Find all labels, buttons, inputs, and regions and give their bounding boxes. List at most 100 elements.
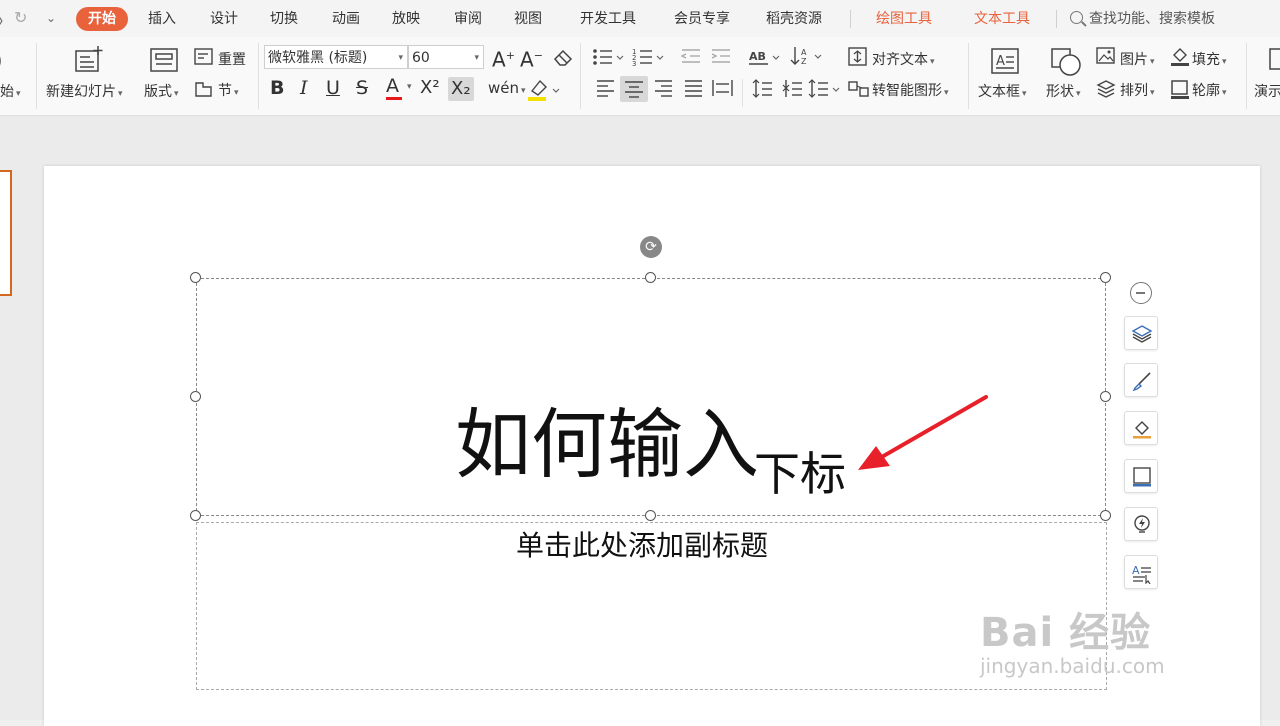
reset-button[interactable]: 重置 — [218, 49, 246, 69]
tab-drawing-tools[interactable]: 绘图工具 — [876, 7, 932, 31]
layout-icon — [150, 48, 178, 72]
textbox-label: 文本框 — [978, 84, 1020, 100]
new-slide-label: 新建幻灯片 — [46, 84, 116, 100]
chevron-down-icon: ▾ — [474, 53, 479, 63]
decrease-font-size-icon[interactable]: A− — [520, 45, 543, 71]
resize-handle[interactable] — [645, 510, 656, 521]
subtitle-placeholder-text[interactable]: 单击此处添加副标题 — [516, 528, 768, 564]
brush-icon — [1132, 372, 1151, 392]
align-text-icon — [848, 47, 867, 66]
justify-icon[interactable] — [684, 79, 704, 97]
tab-slideshow[interactable]: 放映 — [392, 7, 420, 31]
fill-bucket-icon — [1171, 48, 1189, 66]
search-box[interactable]: 查找功能、搜索模板 — [1070, 7, 1215, 31]
watermark-url: jingyan.baidu.com — [980, 654, 1165, 678]
numbered-list-icon[interactable]: 123 — [632, 47, 666, 67]
tab-design[interactable]: 设计 — [210, 7, 238, 31]
resize-handle[interactable] — [645, 272, 656, 283]
shape-button[interactable]: 形状 ▾ — [1046, 81, 1081, 101]
text-effect-button[interactable]: A — [1124, 555, 1158, 589]
text-direction-icon[interactable]: AB — [748, 47, 782, 67]
new-slide-button[interactable]: 新建幻灯片 ▾ — [46, 81, 123, 101]
resize-handle[interactable] — [1100, 272, 1111, 283]
ribbon-toolbar: 始 ▾ 新建幻灯片 ▾ 版式 ▾ 重置 节 ▾ 微软雅黑 (标题) ▾ 60 ▾ A+ A− — [0, 37, 1280, 116]
smartart-label: 转智能图形 — [872, 83, 942, 99]
decrease-indent-icon[interactable] — [680, 47, 702, 67]
sort-icon[interactable]: AZ — [790, 45, 824, 67]
layers-button[interactable] — [1124, 316, 1158, 350]
presentation-tools-button[interactable]: 演示 — [1254, 81, 1280, 101]
menu-separator — [1056, 10, 1057, 28]
fill-style-button[interactable] — [1124, 411, 1158, 445]
align-left-icon[interactable] — [596, 79, 616, 97]
font-name-select[interactable]: 微软雅黑 (标题) ▾ — [264, 45, 408, 69]
paragraph-spacing-icon[interactable] — [782, 79, 804, 99]
shape-icon — [1051, 48, 1081, 76]
customize-quick-access-icon[interactable]: ⌄ — [46, 11, 56, 25]
resize-handle[interactable] — [1100, 510, 1111, 521]
layout-button[interactable]: 版式 ▾ — [144, 81, 179, 101]
bold-button[interactable]: B — [270, 77, 284, 99]
redo-icon[interactable]: ↻ — [14, 8, 27, 27]
highlight-icon[interactable] — [528, 77, 562, 103]
increase-indent-icon[interactable] — [710, 47, 732, 67]
resize-handle[interactable] — [190, 391, 201, 402]
outline-button[interactable]: 轮廓 ▾ — [1192, 80, 1227, 100]
tab-view[interactable]: 视图 — [514, 7, 542, 31]
section-label: 节 — [218, 83, 232, 99]
text-effect-icon: A — [1132, 564, 1151, 584]
tab-insert[interactable]: 插入 — [148, 7, 176, 31]
tab-home[interactable]: 开始 — [76, 7, 128, 31]
superscript-button[interactable]: X² — [420, 77, 440, 99]
bullet-list-icon[interactable] — [592, 47, 626, 67]
spacing-options-icon[interactable] — [808, 79, 842, 99]
resize-handle[interactable] — [190, 510, 201, 521]
brush-button[interactable] — [1124, 363, 1158, 397]
resize-handle[interactable] — [1100, 391, 1111, 402]
ribbon-separator — [258, 43, 259, 109]
menu-bar: 〉 ↻ ⌄ 开始 插入 设计 切换 动画 放映 审阅 视图 开发工具 会员专享 … — [0, 0, 1280, 37]
tab-text-tools[interactable]: 文本工具 — [974, 7, 1030, 31]
strikethrough-button[interactable]: S — [356, 77, 368, 99]
subscript-button[interactable]: X₂ — [448, 77, 474, 101]
redo-partial-icon[interactable]: 〉 — [0, 8, 12, 32]
textbox-button[interactable]: 文本框 ▾ — [978, 81, 1027, 101]
increase-font-size-icon[interactable]: A+ — [492, 45, 515, 71]
fill-button[interactable]: 填充 ▾ — [1192, 49, 1227, 69]
rotate-handle-icon[interactable]: ⟳ — [640, 236, 662, 258]
border-style-button[interactable] — [1124, 459, 1158, 493]
tab-review[interactable]: 审阅 — [454, 7, 482, 31]
slide-thumbnail-selected[interactable] — [0, 170, 12, 296]
picture-button[interactable]: 图片 ▾ — [1120, 49, 1155, 69]
align-center-button[interactable] — [620, 76, 648, 102]
italic-button[interactable]: I — [300, 77, 308, 99]
distribute-icon[interactable] — [712, 79, 734, 97]
font-color-button[interactable]: A ▾ — [386, 75, 412, 100]
arrange-button[interactable]: 排列 ▾ — [1120, 80, 1155, 100]
tab-developer[interactable]: 开发工具 — [580, 7, 636, 31]
font-size-select[interactable]: 60 ▾ — [408, 45, 484, 69]
clear-format-icon[interactable] — [552, 47, 574, 67]
resize-handle[interactable] — [190, 272, 201, 283]
underline-button[interactable]: U — [326, 77, 340, 99]
svg-text:AB: AB — [749, 50, 766, 63]
line-spacing-icon[interactable] — [752, 79, 774, 99]
section-button[interactable]: 节 ▾ — [218, 80, 239, 100]
convert-smartart-button[interactable]: 转智能图形 ▾ — [872, 80, 949, 100]
slide-title-subscript-text[interactable]: 下标 — [754, 444, 846, 504]
section-icon — [195, 82, 212, 97]
align-right-icon[interactable] — [654, 79, 674, 97]
layers-icon — [1131, 325, 1153, 343]
partial-start-button[interactable]: 始 ▾ — [0, 81, 21, 101]
align-text-button[interactable]: 对齐文本 ▾ — [872, 49, 935, 69]
tab-transitions[interactable]: 切换 — [270, 7, 298, 31]
tab-membership[interactable]: 会员专享 — [674, 7, 730, 31]
smart-suggestion-button[interactable] — [1124, 507, 1158, 541]
tab-animation[interactable]: 动画 — [332, 7, 360, 31]
outline-label: 轮廓 — [1192, 83, 1220, 99]
font-size-value: 60 — [412, 50, 430, 66]
pinyin-button[interactable]: wén ▾ — [488, 77, 526, 102]
slide-title-text[interactable]: 如何输入 — [455, 400, 759, 490]
tab-docer-resources[interactable]: 稻壳资源 — [766, 7, 822, 31]
collapse-icon[interactable] — [1130, 282, 1152, 304]
